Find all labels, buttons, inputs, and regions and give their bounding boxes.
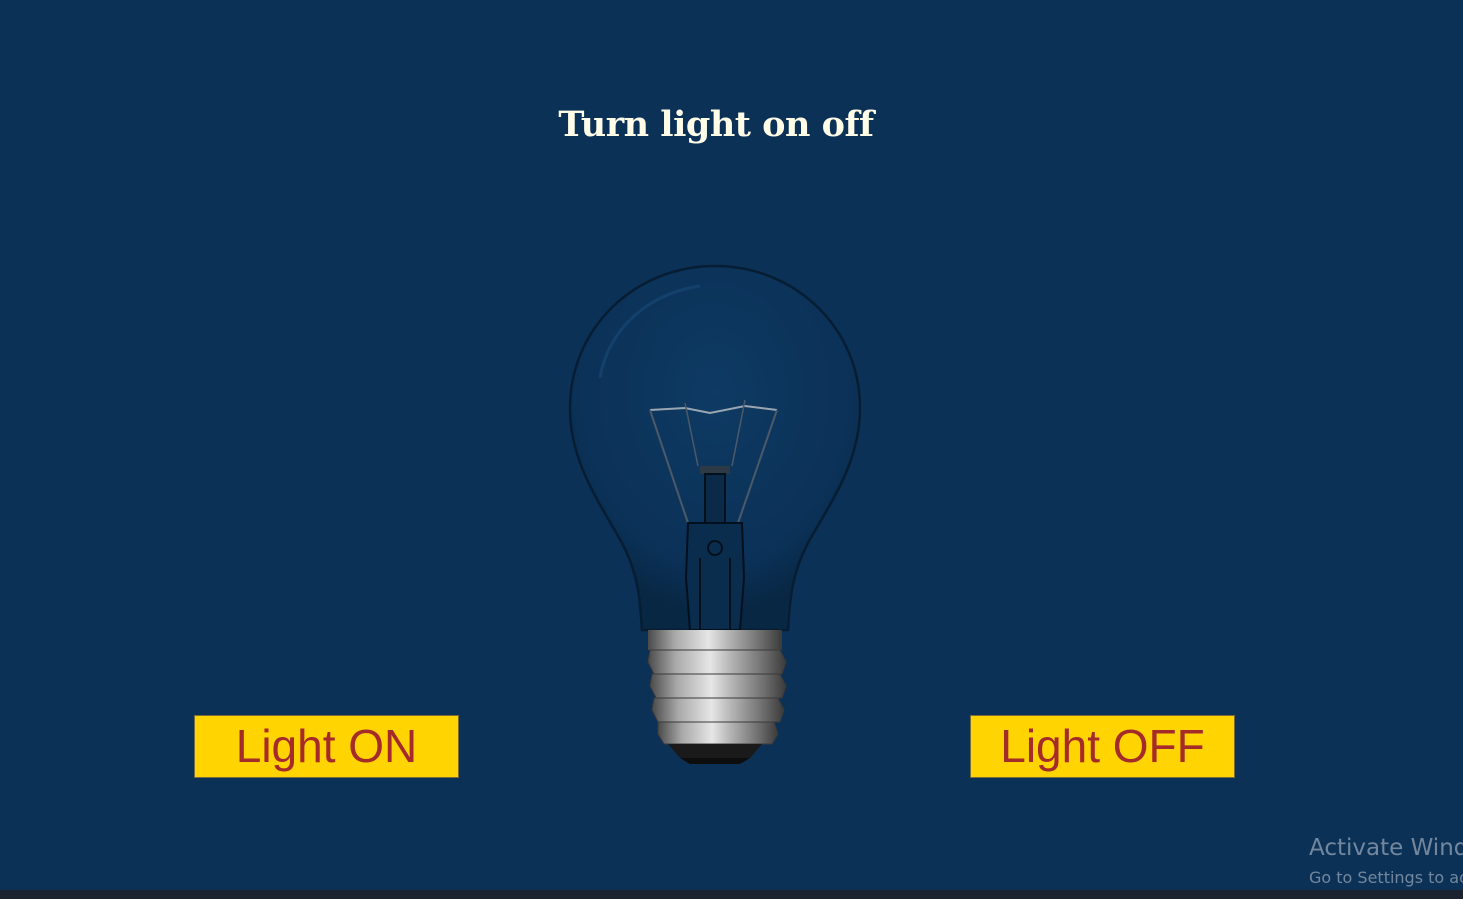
light-bulb-icon — [568, 264, 862, 764]
watermark-subtitle: Go to Settings to activate Windows. — [1309, 868, 1463, 887]
watermark-title: Activate Windows — [1309, 835, 1463, 861]
windows-activation-watermark: Activate Windows Go to Settings to activ… — [1309, 832, 1463, 890]
light-off-button[interactable]: Light OFF — [970, 715, 1235, 778]
page: Turn light on off Light ON Light OFF Act… — [0, 0, 1463, 899]
taskbar-edge — [0, 890, 1463, 899]
page-title: Turn light on off — [558, 104, 874, 145]
light-on-button[interactable]: Light ON — [194, 715, 459, 778]
